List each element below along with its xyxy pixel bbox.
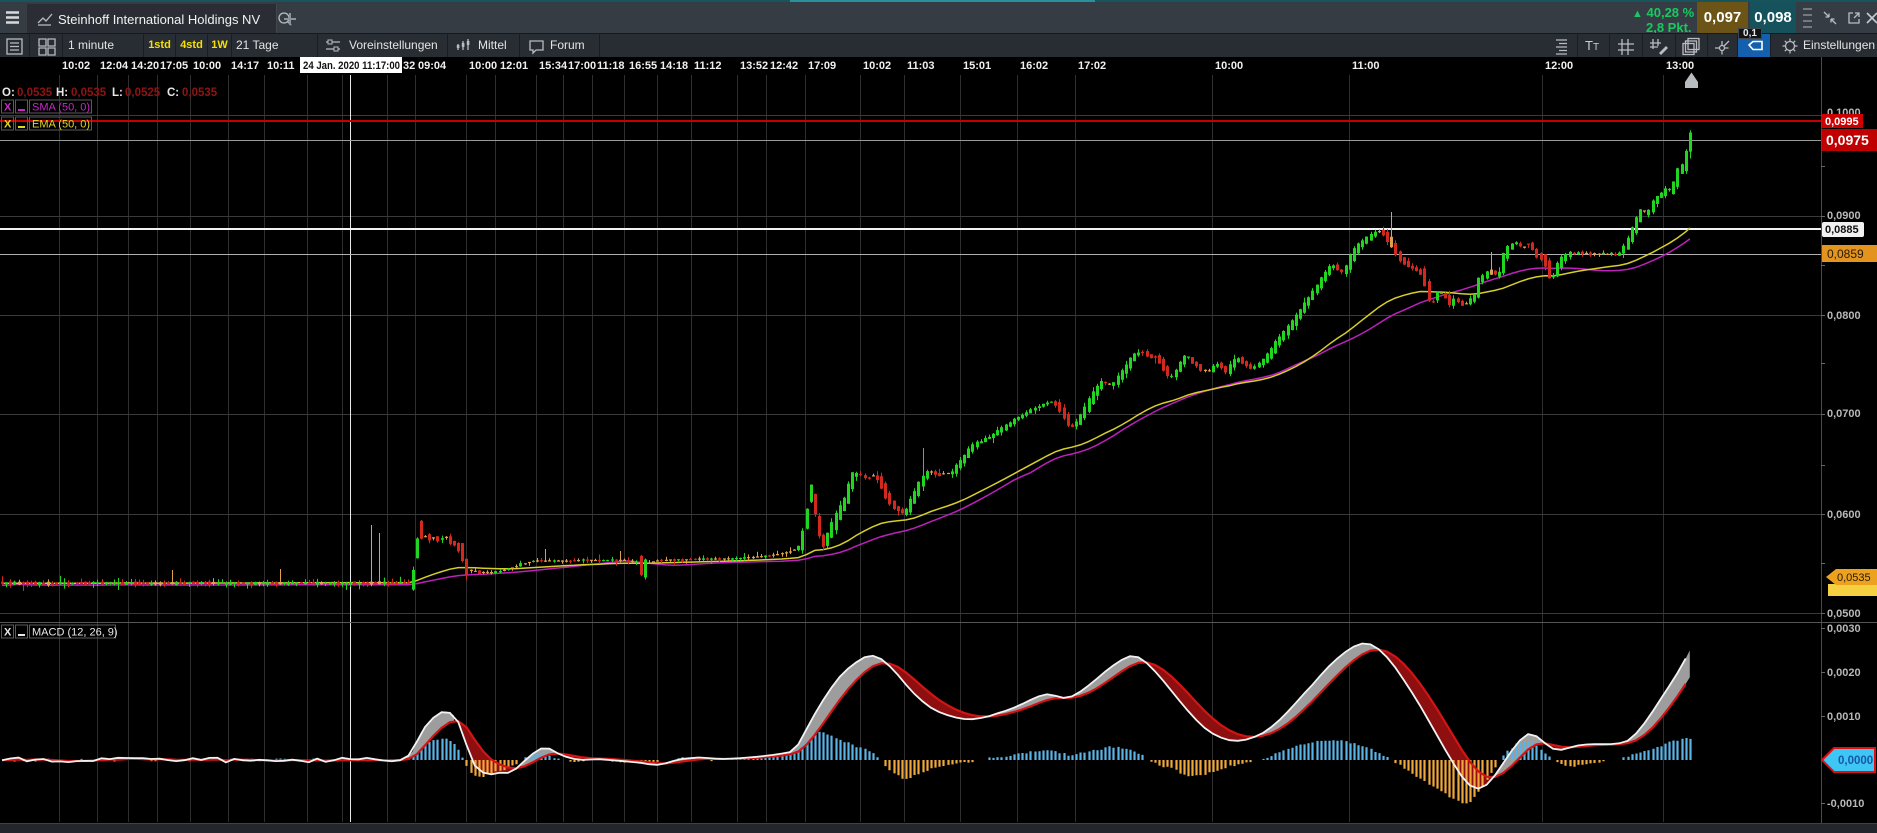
svg-text:14:18: 14:18 xyxy=(660,60,688,72)
svg-text:0,0535: 0,0535 xyxy=(1837,572,1871,584)
svg-text:-0,0010: -0,0010 xyxy=(1827,798,1864,810)
svg-text:10:02: 10:02 xyxy=(62,60,90,72)
svg-text:0,0500: 0,0500 xyxy=(1827,608,1861,620)
svg-text:SMA (50, 0): SMA (50, 0) xyxy=(32,102,90,114)
svg-text:16:55: 16:55 xyxy=(629,60,657,72)
svg-text:24 Jan. 2020 11:17:00: 24 Jan. 2020 11:17:00 xyxy=(303,60,400,72)
svg-text:H:: H: xyxy=(56,87,68,99)
svg-text:17:00: 17:00 xyxy=(568,60,596,72)
svg-text:14:17: 14:17 xyxy=(231,60,259,72)
svg-text:X: X xyxy=(4,627,12,639)
svg-text:C:: C: xyxy=(167,87,179,99)
svg-text:09:04: 09:04 xyxy=(418,60,447,72)
svg-text:0,0800: 0,0800 xyxy=(1827,310,1861,322)
svg-text:15:34: 15:34 xyxy=(539,60,568,72)
svg-text:0,0885: 0,0885 xyxy=(1825,224,1859,236)
svg-text:11:03: 11:03 xyxy=(907,60,935,72)
svg-text:0,0700: 0,0700 xyxy=(1827,408,1861,420)
svg-text:0,0995: 0,0995 xyxy=(1825,116,1859,128)
svg-text:0,0900: 0,0900 xyxy=(1827,210,1861,222)
svg-text:12:42: 12:42 xyxy=(770,60,798,72)
svg-text:0,0010: 0,0010 xyxy=(1827,711,1861,723)
svg-text:14:20: 14:20 xyxy=(131,60,159,72)
svg-text:15:01: 15:01 xyxy=(963,60,991,72)
svg-text:O:: O: xyxy=(2,87,15,99)
svg-text:11:00: 11:00 xyxy=(1352,60,1380,72)
svg-text:12:00: 12:00 xyxy=(1545,60,1573,72)
svg-text:0,0859: 0,0859 xyxy=(1827,247,1864,261)
svg-text:10:11: 10:11 xyxy=(267,60,295,72)
svg-text:12:01: 12:01 xyxy=(500,60,528,72)
svg-text:0,0600: 0,0600 xyxy=(1827,509,1861,521)
svg-text:L:: L: xyxy=(112,87,123,99)
svg-text:32: 32 xyxy=(403,60,415,72)
svg-text:10:02: 10:02 xyxy=(863,60,891,72)
svg-text:16:02: 16:02 xyxy=(1020,60,1048,72)
svg-text:11:12: 11:12 xyxy=(694,60,722,72)
svg-text:17:09: 17:09 xyxy=(808,60,836,72)
svg-text:10:00: 10:00 xyxy=(193,60,221,72)
svg-text:17:05: 17:05 xyxy=(160,60,188,72)
svg-text:0,0020: 0,0020 xyxy=(1827,667,1861,679)
svg-text:X: X xyxy=(4,119,12,131)
svg-text:13:00: 13:00 xyxy=(1666,60,1694,72)
svg-text:0,0525: 0,0525 xyxy=(125,87,161,99)
svg-text:0,0535: 0,0535 xyxy=(182,87,218,99)
svg-text:10:00: 10:00 xyxy=(469,60,497,72)
svg-text:10:00: 10:00 xyxy=(1215,60,1243,72)
svg-text:12:04: 12:04 xyxy=(100,60,129,72)
svg-text:X: X xyxy=(4,102,12,114)
svg-text:0,0030: 0,0030 xyxy=(1827,623,1861,635)
svg-text:13:52: 13:52 xyxy=(740,60,768,72)
svg-text:0,0535: 0,0535 xyxy=(17,87,53,99)
svg-text:MACD (12, 26, 9): MACD (12, 26, 9) xyxy=(32,627,118,639)
svg-text:0,0975: 0,0975 xyxy=(1826,132,1869,148)
svg-text:17:02: 17:02 xyxy=(1078,60,1106,72)
svg-text:0,0535: 0,0535 xyxy=(71,87,107,99)
svg-text:0,0000: 0,0000 xyxy=(1838,755,1873,767)
svg-text:11:18: 11:18 xyxy=(597,60,625,72)
svg-text:EMA (50, 0): EMA (50, 0) xyxy=(32,119,90,131)
